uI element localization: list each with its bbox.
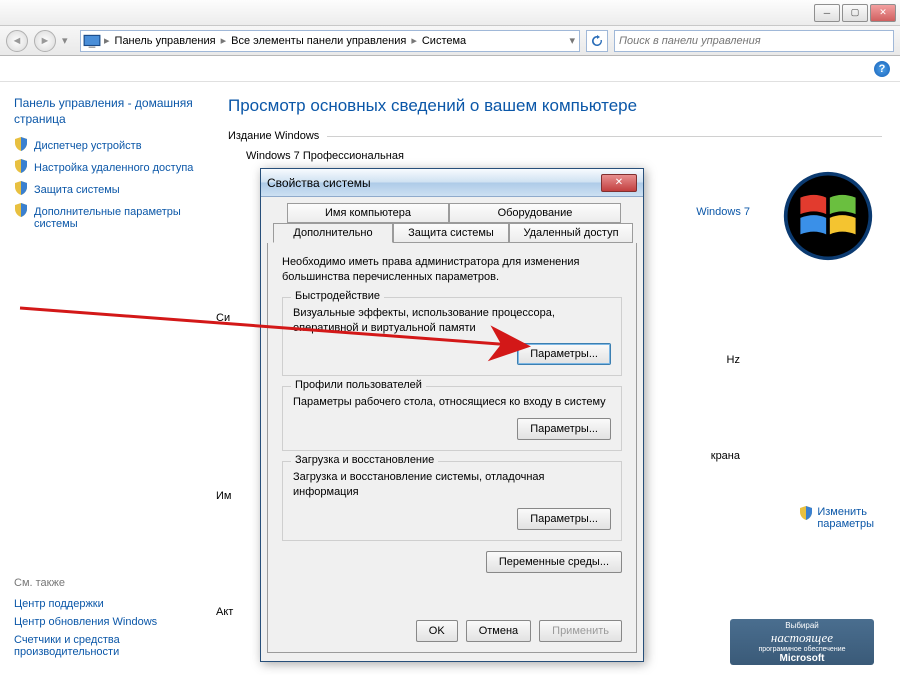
tab-panel-advanced: Необходимо иметь права администратора дл… xyxy=(267,243,637,653)
fieldset-profiles: Профили пользователей Параметры рабочего… xyxy=(282,386,622,451)
minimize-button[interactable]: ─ xyxy=(814,4,840,22)
divider xyxy=(327,136,882,137)
see-also-link[interactable]: Счетчики и средства производительности xyxy=(14,631,196,661)
section-activation-label: Акт xyxy=(216,606,233,618)
screen-fragment: крана xyxy=(711,450,740,462)
performance-legend: Быстродействие xyxy=(291,290,384,302)
section-name-label: Им xyxy=(216,490,231,502)
tab-remote[interactable]: Удаленный доступ xyxy=(509,223,633,243)
profiles-settings-button[interactable]: Параметры... xyxy=(517,418,611,440)
sidebar-item-device-manager[interactable]: Диспетчер устройств xyxy=(14,137,196,155)
dialog-title: Свойства системы xyxy=(267,176,371,190)
genuine-l2: настоящее xyxy=(771,630,833,646)
close-button[interactable]: ✕ xyxy=(870,4,896,22)
fieldset-performance: Быстродействие Визуальные эффекты, испол… xyxy=(282,297,622,377)
chevron-right-icon: ▸ xyxy=(220,34,228,47)
sidebar-item-advanced[interactable]: Дополнительные параметры системы xyxy=(14,203,196,233)
tab-strip: Имя компьютера Оборудование Дополнительн… xyxy=(267,203,637,247)
sidebar-link-label: Дополнительные параметры системы xyxy=(34,203,196,233)
shield-icon xyxy=(14,181,28,195)
breadcrumb-item[interactable]: Система xyxy=(418,35,470,47)
hz-fragment: Hz xyxy=(727,354,740,366)
section-edition: Издание Windows xyxy=(228,130,882,142)
window-titlebar: ─ ▢ ✕ xyxy=(0,0,900,26)
genuine-l3: программное обеспечение xyxy=(758,646,845,653)
refresh-button[interactable] xyxy=(586,30,608,52)
sidebar-item-remote[interactable]: Настройка удаленного доступа xyxy=(14,159,196,177)
windows-logo xyxy=(782,170,874,265)
shield-icon xyxy=(14,159,28,173)
maximize-button[interactable]: ▢ xyxy=(842,4,868,22)
tab-computer-name[interactable]: Имя компьютера xyxy=(287,203,449,223)
page-title: Просмотр основных сведений о вашем компь… xyxy=(228,96,882,116)
system-properties-dialog: Свойства системы ✕ Имя компьютера Оборуд… xyxy=(260,168,644,662)
forward-button[interactable]: ► xyxy=(34,30,56,52)
section-label: Издание Windows xyxy=(228,130,319,142)
startup-legend: Загрузка и восстановление xyxy=(291,454,438,466)
tab-system-protection[interactable]: Защита системы xyxy=(393,223,509,243)
breadcrumb[interactable]: ▸ Панель управления ▸ Все элементы панел… xyxy=(80,30,580,52)
tab-advanced[interactable]: Дополнительно xyxy=(273,223,393,243)
breadcrumb-item[interactable]: Панель управления xyxy=(111,35,220,47)
see-also-link[interactable]: Центр обновления Windows xyxy=(14,613,196,631)
sidebar-link-label: Диспетчер устройств xyxy=(34,137,142,155)
genuine-l1: Выбирай xyxy=(785,621,819,630)
performance-settings-button[interactable]: Параметры... xyxy=(517,343,611,365)
startup-text: Загрузка и восстановление системы, отлад… xyxy=(293,470,611,500)
dialog-close-button[interactable]: ✕ xyxy=(601,174,637,192)
shield-icon xyxy=(14,203,28,217)
cancel-button[interactable]: Отмена xyxy=(466,620,531,642)
shield-icon xyxy=(799,506,813,520)
breadcrumb-item[interactable]: Все элементы панели управления xyxy=(227,35,410,47)
chevron-right-icon: ▸ xyxy=(103,34,111,47)
change-settings-link[interactable]: Изменить параметры xyxy=(799,506,874,530)
see-also-label: См. также xyxy=(14,577,196,589)
chevron-down-icon[interactable]: ▾ xyxy=(568,34,579,47)
sidebar-item-protection[interactable]: Защита системы xyxy=(14,181,196,199)
dialog-titlebar[interactable]: Свойства системы ✕ xyxy=(261,169,643,197)
toolbar-row: ? xyxy=(0,56,900,82)
genuine-ms-banner[interactable]: Выбирай настоящее программное обеспечени… xyxy=(730,619,874,665)
edition-name: Windows 7 Профессиональная xyxy=(228,148,882,164)
fieldset-startup: Загрузка и восстановление Загрузка и вос… xyxy=(282,461,622,541)
windows7-link[interactable]: Windows 7 xyxy=(696,206,750,218)
sidebar: Панель управления - домашняя страница Ди… xyxy=(0,82,210,675)
section-system-label: Си xyxy=(216,312,230,324)
help-icon[interactable]: ? xyxy=(874,61,890,77)
env-variables-button[interactable]: Переменные среды... xyxy=(486,551,622,573)
shield-icon xyxy=(14,137,28,151)
change-link-l1: Изменить xyxy=(817,506,867,518)
computer-icon xyxy=(83,32,101,50)
apply-button[interactable]: Применить xyxy=(539,620,622,642)
performance-text: Визуальные эффекты, использование процес… xyxy=(293,306,611,336)
genuine-l4: Microsoft xyxy=(780,653,825,664)
profiles-text: Параметры рабочего стола, относящиеся ко… xyxy=(293,395,611,410)
explorer-nav-row: ◄ ► ▾ ▸ Панель управления ▸ Все элементы… xyxy=(0,26,900,56)
sidebar-link-label: Защита системы xyxy=(34,181,120,199)
profiles-legend: Профили пользователей xyxy=(291,379,426,391)
see-also-link[interactable]: Центр поддержки xyxy=(14,595,196,613)
history-dropdown-icon[interactable]: ▾ xyxy=(62,34,74,47)
sidebar-link-label: Настройка удаленного доступа xyxy=(34,159,193,177)
admin-note: Необходимо иметь права администратора дл… xyxy=(282,255,622,285)
ok-button[interactable]: OK xyxy=(416,620,458,642)
back-button[interactable]: ◄ xyxy=(6,30,28,52)
sidebar-home-link[interactable]: Панель управления - домашняя страница xyxy=(14,96,196,127)
chevron-right-icon: ▸ xyxy=(410,34,418,47)
change-link-l2: параметры xyxy=(817,518,874,530)
tab-hardware[interactable]: Оборудование xyxy=(449,203,621,223)
startup-settings-button[interactable]: Параметры... xyxy=(517,508,611,530)
search-input[interactable] xyxy=(614,30,894,52)
search-field[interactable] xyxy=(619,35,889,47)
